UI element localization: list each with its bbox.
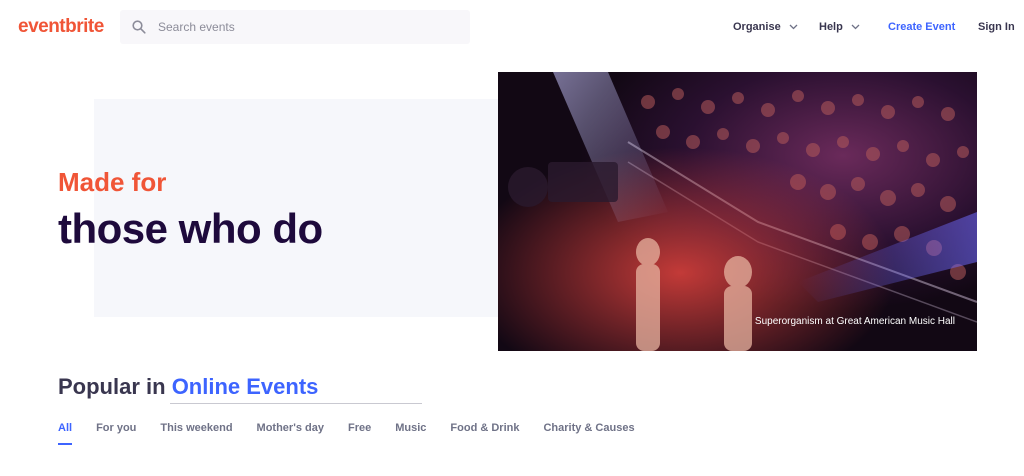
eventbrite-logo[interactable]: eventbrite — [18, 16, 104, 38]
tab-all[interactable]: All — [58, 422, 73, 445]
location-underline — [170, 403, 422, 404]
organise-label: Organise — [733, 21, 781, 33]
search-input[interactable] — [156, 19, 440, 35]
tab-this-weekend[interactable]: This weekend — [160, 422, 232, 434]
create-event-link[interactable]: Create Event — [888, 21, 955, 33]
hero-tagline-top: Made for — [58, 167, 167, 197]
sign-in-link[interactable]: Sign In — [978, 21, 1015, 33]
location-selector[interactable]: Online Events — [172, 374, 319, 399]
hero-tagline-main: those who do — [58, 205, 323, 252]
help-menu[interactable]: Help — [819, 21, 860, 33]
hero-photo: Superorganism at Great American Music Ha… — [498, 72, 977, 351]
chevron-down-icon — [789, 24, 798, 30]
help-label: Help — [819, 21, 843, 33]
photo-caption: Superorganism at Great American Music Ha… — [754, 316, 955, 327]
search-icon — [132, 20, 146, 34]
category-tabs: All For you This weekend Mother's day Fr… — [58, 422, 659, 445]
tab-for-you[interactable]: For you — [96, 422, 136, 434]
tab-mothers-day[interactable]: Mother's day — [257, 422, 324, 434]
organise-menu[interactable]: Organise — [733, 21, 798, 33]
tab-charity-causes[interactable]: Charity & Causes — [543, 422, 634, 434]
tab-music[interactable]: Music — [395, 422, 426, 434]
chevron-down-icon — [851, 24, 860, 30]
tab-free[interactable]: Free — [348, 422, 371, 434]
search-bar[interactable] — [120, 10, 470, 44]
popular-prefix: Popular in — [58, 374, 166, 399]
tab-food-drink[interactable]: Food & Drink — [450, 422, 519, 434]
popular-heading: Popular in Online Events — [58, 374, 318, 400]
